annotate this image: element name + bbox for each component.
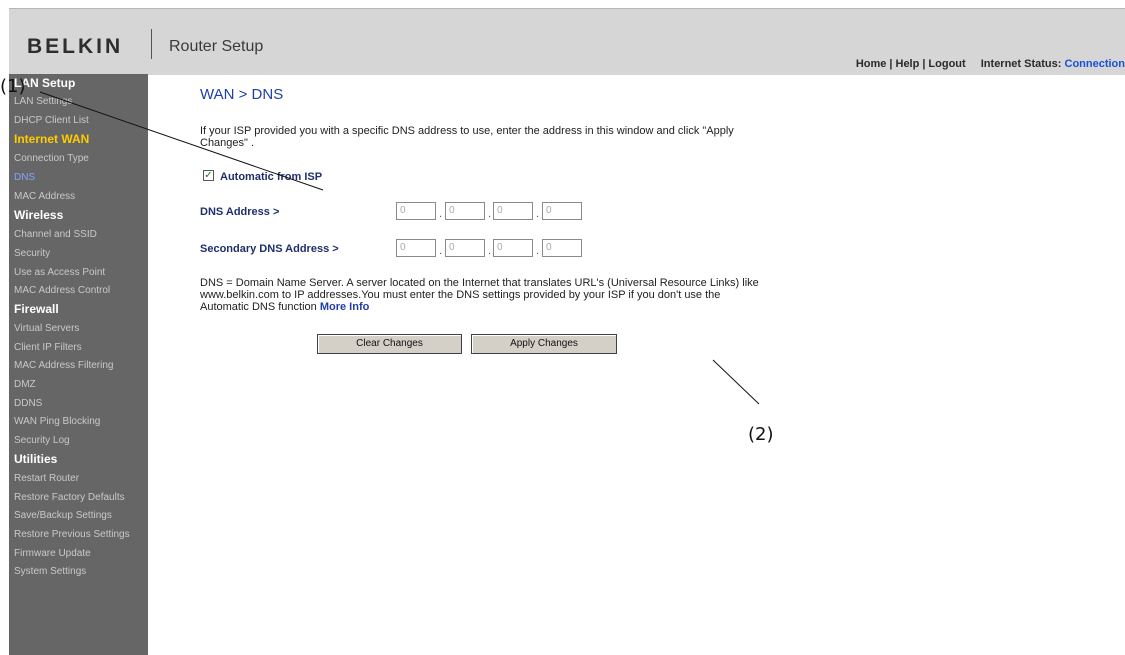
callout-line-2 <box>712 359 760 405</box>
callout-label-1: (1) <box>0 76 26 97</box>
callout-line-1 <box>39 91 324 191</box>
callout-lines <box>39 91 760 405</box>
callout-label-2: (2) <box>748 424 774 445</box>
